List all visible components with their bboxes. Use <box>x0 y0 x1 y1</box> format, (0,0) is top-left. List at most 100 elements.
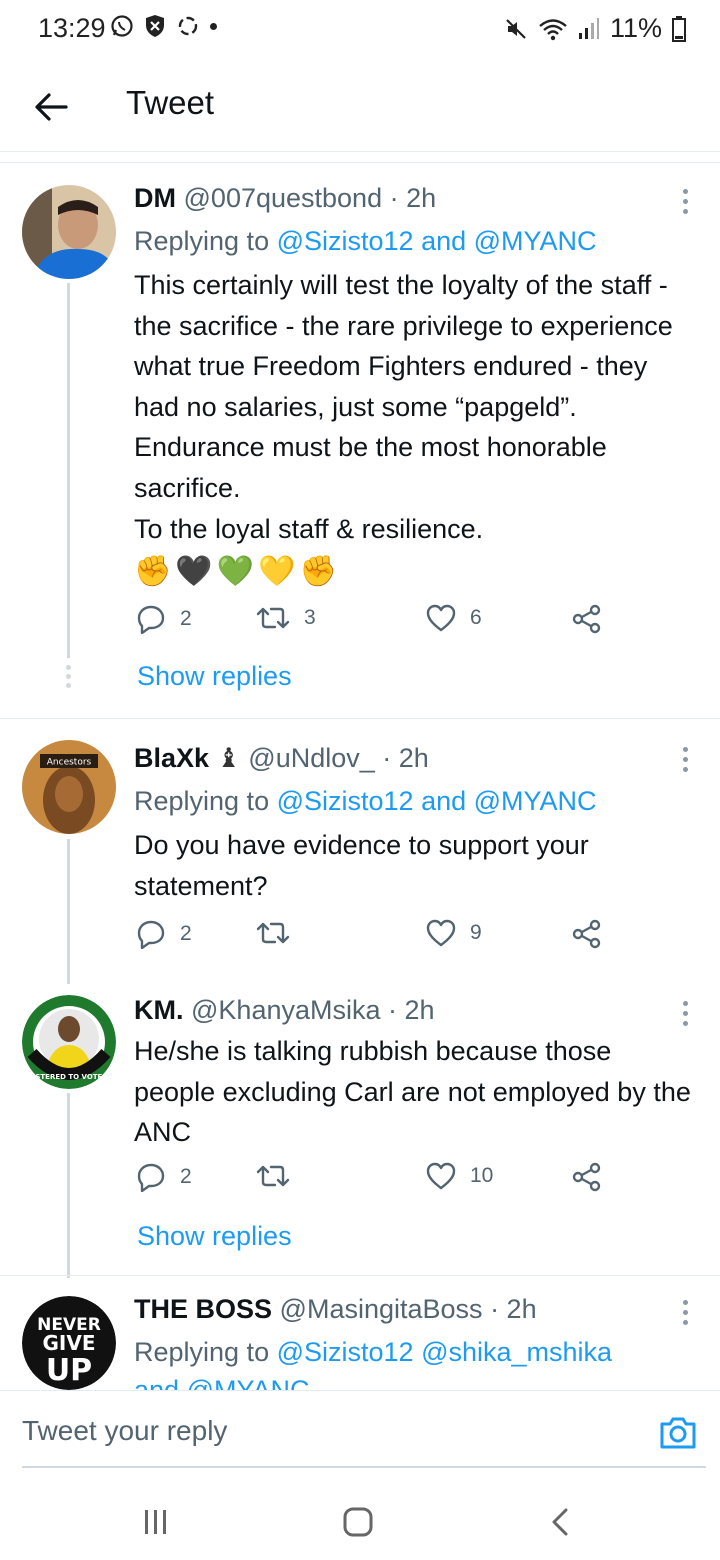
tweet-content: THE BOSS @MasingitaBoss · 2h Replying to… <box>134 1292 694 1390</box>
retweet-button[interactable] <box>256 919 304 947</box>
share-button[interactable] <box>572 1162 602 1192</box>
battery-icon <box>672 15 686 42</box>
replying-to: Replying to @Sizisto12 @shika_mshika <box>134 1334 694 1370</box>
retweet-icon <box>256 607 290 629</box>
author-name[interactable]: DM <box>134 183 176 213</box>
mute-icon <box>506 18 526 39</box>
reply-button[interactable]: 2 <box>136 919 192 949</box>
like-button[interactable]: 10 <box>426 1162 493 1190</box>
thread-dots <box>66 665 71 692</box>
reply-button[interactable]: 2 <box>136 604 192 634</box>
camera-icon <box>660 1417 696 1449</box>
arrow-left-icon <box>35 93 68 121</box>
recent-apps-button[interactable] <box>136 1502 176 1542</box>
author-name[interactable]: KM. <box>134 995 184 1025</box>
replying-targets[interactable]: @Sizisto12 and @MYANC <box>277 226 597 256</box>
like-button[interactable]: 6 <box>426 604 482 632</box>
back-nav-button[interactable] <box>540 1502 580 1542</box>
like-count: 10 <box>470 1164 494 1187</box>
reply-icon <box>137 920 165 949</box>
tweet-content: BlaXk ♝ @uNdlov_ · 2h Replying to @Sizis… <box>134 741 694 906</box>
recent-apps-icon <box>145 1510 166 1534</box>
tweet-content: KM. @KhanyaMsika · 2h He/she is talking … <box>134 993 694 1153</box>
more-options-button[interactable] <box>680 1300 690 1325</box>
retweet-button[interactable] <box>256 1162 304 1190</box>
reply-composer: Tweet your reply <box>0 1390 720 1470</box>
author-handle[interactable]: @KhanyaMsika <box>191 995 381 1025</box>
more-options-button[interactable] <box>680 1001 690 1026</box>
replying-targets[interactable]: @Sizisto12 and @MYANC <box>277 786 597 816</box>
share-button[interactable] <box>572 919 602 949</box>
replying-more[interactable]: and @MYANC <box>134 1372 694 1390</box>
system-nav-bar <box>0 1478 720 1560</box>
like-count: 9 <box>470 921 482 944</box>
tweet-the-boss[interactable]: NEVER GIVE UP THE BOSS @MasingitaBoss · … <box>0 1276 720 1390</box>
tweet-blaxk[interactable]: Ancestors BlaXk ♝ @uNdlov_ · 2h Replying… <box>0 719 720 984</box>
retweet-icon <box>256 1165 290 1187</box>
share-button[interactable] <box>572 604 602 634</box>
reply-button[interactable]: 2 <box>136 1162 192 1192</box>
black-heart-emoji: 🖤 <box>175 555 213 589</box>
share-icon <box>572 919 601 949</box>
like-button[interactable]: 9 <box>426 919 482 947</box>
status-notification-icons <box>110 14 217 38</box>
tweet-time: · 2h <box>388 995 435 1025</box>
show-replies-link[interactable]: Show replies <box>137 1221 292 1252</box>
heart-icon <box>426 1162 456 1190</box>
show-replies-link[interactable]: Show replies <box>137 661 292 692</box>
retweet-button[interactable]: 3 <box>256 604 316 632</box>
thread-line <box>67 839 70 984</box>
chess-bishop-icon: ♝ <box>216 743 241 773</box>
author-name[interactable]: THE BOSS <box>134 1294 272 1324</box>
profile-photo-icon <box>22 185 116 279</box>
avatar-label-2: GIVE <box>43 1331 96 1355</box>
status-time: 13:29 <box>38 13 106 43</box>
share-icon <box>572 1162 601 1192</box>
reply-count: 2 <box>180 1165 192 1188</box>
wifi-icon <box>539 18 567 40</box>
back-button[interactable] <box>28 84 74 130</box>
tweet-text: He/she is talking rubbish because those … <box>134 1036 691 1148</box>
reply-feed[interactable]: DM @007questbond · 2h Replying to @Sizis… <box>0 162 720 1390</box>
reply-count: 2 <box>180 922 192 945</box>
tweet-km[interactable]: REGISTERED TO VOTE ANC KM. @KhanyaMsika … <box>0 983 720 1390</box>
tweet-meta: BlaXk ♝ @uNdlov_ · 2h <box>134 741 694 775</box>
shield-icon <box>146 15 164 37</box>
camera-button[interactable] <box>658 1413 698 1453</box>
tweet-meta: THE BOSS @MasingitaBoss · 2h <box>134 1292 694 1326</box>
raised-fist-emoji: ✊ <box>134 555 172 589</box>
author-handle[interactable]: @MasingitaBoss <box>280 1294 483 1324</box>
avatar[interactable] <box>22 185 116 279</box>
chevron-left-icon <box>552 1508 568 1536</box>
replying-prefix: Replying to <box>134 226 270 256</box>
avatar-label: REGISTERED TO VOTE ANC <box>22 1073 116 1081</box>
home-icon <box>343 1507 373 1537</box>
avatar-label-3: UP <box>46 1353 92 1388</box>
avatar[interactable]: Ancestors <box>22 740 116 834</box>
app-header: Tweet <box>0 60 720 152</box>
author-name[interactable]: BlaXk <box>134 743 209 773</box>
tweet-actions: 2 3 6 <box>134 604 614 644</box>
avatar[interactable]: NEVER GIVE UP <box>22 1296 116 1390</box>
sync-icon <box>178 16 198 36</box>
thread-line <box>67 1093 70 1278</box>
emoji-row: ✊ 🖤 💚 💛 ✊ <box>134 553 694 591</box>
tweet-text: This certainly will test the loyalty of … <box>134 270 673 544</box>
tweet-meta: DM @007questbond · 2h <box>134 181 694 215</box>
author-handle[interactable]: @uNdlov_ <box>248 743 374 773</box>
tweet-dm[interactable]: DM @007questbond · 2h Replying to @Sizis… <box>0 163 720 718</box>
author-handle[interactable]: @007questbond <box>184 183 383 213</box>
replying-targets[interactable]: @Sizisto12 @shika_mshika <box>277 1337 612 1367</box>
more-options-button[interactable] <box>680 189 690 214</box>
more-options-button[interactable] <box>680 747 690 772</box>
tweet-time: · 2h <box>490 1294 537 1324</box>
reply-icon <box>137 605 165 634</box>
avatar[interactable]: REGISTERED TO VOTE ANC <box>22 995 116 1089</box>
retweet-icon <box>256 922 290 944</box>
reply-count: 2 <box>180 607 192 630</box>
retweet-count: 3 <box>304 606 316 629</box>
home-button[interactable] <box>338 1502 378 1542</box>
reply-input[interactable]: Tweet your reply <box>22 1415 227 1447</box>
replying-prefix: Replying to <box>134 1337 270 1367</box>
tweet-text: Do you have evidence to support your sta… <box>134 830 589 901</box>
